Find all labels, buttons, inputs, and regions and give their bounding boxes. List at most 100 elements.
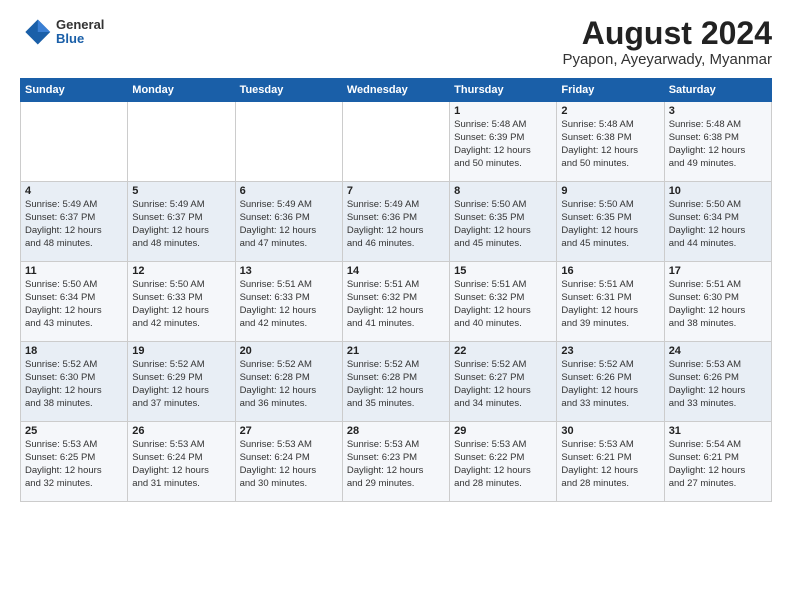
day-detail: Sunrise: 5:51 AM Sunset: 6:32 PM Dayligh… <box>454 279 552 330</box>
calendar-cell: 16 Sunrise: 5:51 AM Sunset: 6:31 PM Dayli… <box>557 262 664 342</box>
day-detail: Sunrise: 5:48 AM Sunset: 6:39 PM Dayligh… <box>454 119 552 170</box>
calendar-table: SundayMondayTuesdayWednesdayThursdayFrid… <box>20 78 772 502</box>
calendar-cell: 15 Sunrise: 5:51 AM Sunset: 6:32 PM Dayli… <box>450 262 557 342</box>
weekday-header-monday: Monday <box>128 79 235 102</box>
day-detail: Sunrise: 5:51 AM Sunset: 6:31 PM Dayligh… <box>561 279 659 330</box>
calendar-cell: 17 Sunrise: 5:51 AM Sunset: 6:30 PM Dayli… <box>664 262 771 342</box>
day-detail: Sunrise: 5:51 AM Sunset: 6:33 PM Dayligh… <box>240 279 338 330</box>
calendar-cell: 27Sunrise: 5:53 AM Sunset: 6:24 PM Dayli… <box>235 422 342 502</box>
calendar-cell: 7 Sunrise: 5:49 AM Sunset: 6:36 PM Daylig… <box>342 182 449 262</box>
calendar-cell: 14 Sunrise: 5:51 AM Sunset: 6:32 PM Dayli… <box>342 262 449 342</box>
day-number: 11 <box>25 265 123 277</box>
day-detail: Sunrise: 5:52 AM Sunset: 6:29 PM Dayligh… <box>132 359 230 410</box>
day-number: 28 <box>347 425 445 437</box>
day-number: 19 <box>132 345 230 357</box>
day-detail: Sunrise: 5:54 AM Sunset: 6:21 PM Dayligh… <box>669 439 767 490</box>
day-detail: Sunrise: 5:49 AM Sunset: 6:36 PM Dayligh… <box>347 199 445 250</box>
day-number: 26 <box>132 425 230 437</box>
page: General Blue August 2024 Pyapon, Ayeyarw… <box>0 0 792 612</box>
day-number: 17 <box>669 265 767 277</box>
day-number: 6 <box>240 185 338 197</box>
day-detail: Sunrise: 5:50 AM Sunset: 6:35 PM Dayligh… <box>561 199 659 250</box>
day-detail: Sunrise: 5:52 AM Sunset: 6:30 PM Dayligh… <box>25 359 123 410</box>
day-number: 16 <box>561 265 659 277</box>
day-detail: Sunrise: 5:49 AM Sunset: 6:37 PM Dayligh… <box>132 199 230 250</box>
calendar-cell: 24Sunrise: 5:53 AM Sunset: 6:26 PM Dayli… <box>664 342 771 422</box>
day-detail: Sunrise: 5:48 AM Sunset: 6:38 PM Dayligh… <box>669 119 767 170</box>
calendar-week-row: 18Sunrise: 5:52 AM Sunset: 6:30 PM Dayli… <box>21 342 772 422</box>
day-number: 12 <box>132 265 230 277</box>
calendar-cell: 11 Sunrise: 5:50 AM Sunset: 6:34 PM Dayli… <box>21 262 128 342</box>
calendar-cell: 31 Sunrise: 5:54 AM Sunset: 6:21 PM Dayli… <box>664 422 771 502</box>
logo: General Blue <box>20 16 104 48</box>
calendar-cell <box>128 102 235 182</box>
calendar-week-row: 11 Sunrise: 5:50 AM Sunset: 6:34 PM Dayli… <box>21 262 772 342</box>
calendar-cell: 5 Sunrise: 5:49 AM Sunset: 6:37 PM Daylig… <box>128 182 235 262</box>
weekday-header-row: SundayMondayTuesdayWednesdayThursdayFrid… <box>21 79 772 102</box>
logo-general-text: General <box>56 18 104 32</box>
calendar-cell: 22Sunrise: 5:52 AM Sunset: 6:27 PM Dayli… <box>450 342 557 422</box>
day-detail: Sunrise: 5:53 AM Sunset: 6:25 PM Dayligh… <box>25 439 123 490</box>
day-number: 21 <box>347 345 445 357</box>
day-detail: Sunrise: 5:51 AM Sunset: 6:32 PM Dayligh… <box>347 279 445 330</box>
day-number: 1 <box>454 105 552 117</box>
day-number: 30 <box>561 425 659 437</box>
calendar-cell: 29Sunrise: 5:53 AM Sunset: 6:22 PM Dayli… <box>450 422 557 502</box>
calendar-week-row: 4 Sunrise: 5:49 AM Sunset: 6:37 PM Daylig… <box>21 182 772 262</box>
day-number: 31 <box>669 425 767 437</box>
day-detail: Sunrise: 5:52 AM Sunset: 6:28 PM Dayligh… <box>347 359 445 410</box>
weekday-header-saturday: Saturday <box>664 79 771 102</box>
calendar-cell: 20 Sunrise: 5:52 AM Sunset: 6:28 PM Dayli… <box>235 342 342 422</box>
day-detail: Sunrise: 5:52 AM Sunset: 6:28 PM Dayligh… <box>240 359 338 410</box>
title-block: August 2024 Pyapon, Ayeyarwady, Myanmar <box>562 16 772 68</box>
day-detail: Sunrise: 5:53 AM Sunset: 6:21 PM Dayligh… <box>561 439 659 490</box>
page-title: August 2024 <box>562 16 772 51</box>
calendar-cell: 8 Sunrise: 5:50 AM Sunset: 6:35 PM Daylig… <box>450 182 557 262</box>
day-detail: Sunrise: 5:50 AM Sunset: 6:33 PM Dayligh… <box>132 279 230 330</box>
day-detail: Sunrise: 5:52 AM Sunset: 6:26 PM Dayligh… <box>561 359 659 410</box>
logo-blue-text: Blue <box>56 32 104 46</box>
calendar-cell: 25 Sunrise: 5:53 AM Sunset: 6:25 PM Dayli… <box>21 422 128 502</box>
day-detail: Sunrise: 5:53 AM Sunset: 6:23 PM Dayligh… <box>347 439 445 490</box>
calendar-cell: 1 Sunrise: 5:48 AM Sunset: 6:39 PM Daylig… <box>450 102 557 182</box>
day-number: 5 <box>132 185 230 197</box>
day-number: 9 <box>561 185 659 197</box>
day-number: 7 <box>347 185 445 197</box>
calendar-cell: 2Sunrise: 5:48 AM Sunset: 6:38 PM Daylig… <box>557 102 664 182</box>
calendar-cell: 21 Sunrise: 5:52 AM Sunset: 6:28 PM Dayli… <box>342 342 449 422</box>
day-detail: Sunrise: 5:50 AM Sunset: 6:34 PM Dayligh… <box>25 279 123 330</box>
calendar-week-row: 25 Sunrise: 5:53 AM Sunset: 6:25 PM Dayli… <box>21 422 772 502</box>
day-number: 23 <box>561 345 659 357</box>
day-number: 29 <box>454 425 552 437</box>
day-number: 25 <box>25 425 123 437</box>
page-subtitle: Pyapon, Ayeyarwady, Myanmar <box>562 51 772 68</box>
day-number: 2 <box>561 105 659 117</box>
calendar-cell: 4 Sunrise: 5:49 AM Sunset: 6:37 PM Daylig… <box>21 182 128 262</box>
calendar-cell: 10Sunrise: 5:50 AM Sunset: 6:34 PM Dayli… <box>664 182 771 262</box>
day-number: 4 <box>25 185 123 197</box>
calendar-cell <box>342 102 449 182</box>
day-detail: Sunrise: 5:49 AM Sunset: 6:37 PM Dayligh… <box>25 199 123 250</box>
calendar-cell: 19 Sunrise: 5:52 AM Sunset: 6:29 PM Dayli… <box>128 342 235 422</box>
calendar-cell: 13 Sunrise: 5:51 AM Sunset: 6:33 PM Dayli… <box>235 262 342 342</box>
calendar-body: 1 Sunrise: 5:48 AM Sunset: 6:39 PM Daylig… <box>21 102 772 502</box>
day-number: 3 <box>669 105 767 117</box>
day-detail: Sunrise: 5:53 AM Sunset: 6:24 PM Dayligh… <box>240 439 338 490</box>
calendar-header: SundayMondayTuesdayWednesdayThursdayFrid… <box>21 79 772 102</box>
logo-text: General Blue <box>56 18 104 47</box>
day-number: 15 <box>454 265 552 277</box>
calendar-cell <box>235 102 342 182</box>
calendar-cell: 12 Sunrise: 5:50 AM Sunset: 6:33 PM Dayli… <box>128 262 235 342</box>
calendar-cell: 6Sunrise: 5:49 AM Sunset: 6:36 PM Daylig… <box>235 182 342 262</box>
day-number: 8 <box>454 185 552 197</box>
day-number: 20 <box>240 345 338 357</box>
day-number: 22 <box>454 345 552 357</box>
calendar-cell: 9 Sunrise: 5:50 AM Sunset: 6:35 PM Daylig… <box>557 182 664 262</box>
day-number: 10 <box>669 185 767 197</box>
logo-icon <box>20 16 52 48</box>
day-detail: Sunrise: 5:51 AM Sunset: 6:30 PM Dayligh… <box>669 279 767 330</box>
day-number: 13 <box>240 265 338 277</box>
calendar-cell: 30 Sunrise: 5:53 AM Sunset: 6:21 PM Dayli… <box>557 422 664 502</box>
day-detail: Sunrise: 5:50 AM Sunset: 6:35 PM Dayligh… <box>454 199 552 250</box>
day-number: 14 <box>347 265 445 277</box>
